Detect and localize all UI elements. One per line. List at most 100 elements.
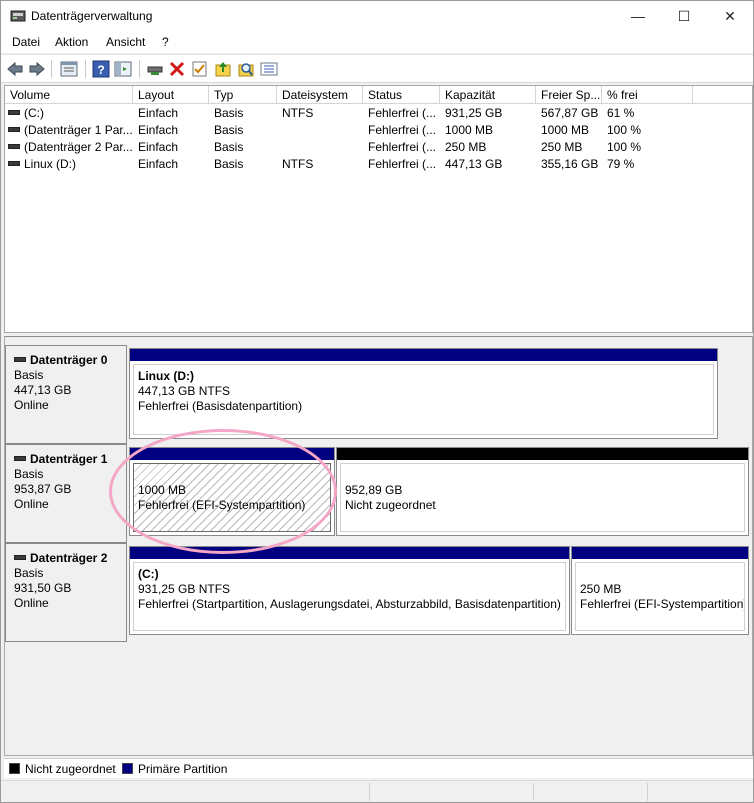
partition-size: 931,25 GB NTFS [138, 582, 231, 596]
column-status[interactable]: Status [363, 86, 440, 104]
menu-help[interactable]: ? [162, 35, 169, 49]
primary-partition-bar [130, 349, 717, 361]
disk-label-2[interactable]: Datenträger 2 Basis 931,50 GB Online [5, 543, 127, 642]
toolbar-separator [85, 60, 86, 78]
table-row[interactable]: (Datenträger 1 Par... Einfach Basis Fehl… [5, 122, 752, 139]
disk-type: Basis [14, 368, 44, 382]
maximize-button[interactable]: ☐ [661, 1, 707, 32]
unallocated-bar [337, 448, 748, 460]
status-segment [369, 783, 370, 801]
layout-cell: Einfach [138, 123, 179, 137]
volume-cell: Linux (D:) [8, 156, 133, 173]
drive-icon [8, 144, 20, 150]
partition-size: 1000 MB [138, 483, 187, 497]
help-icon[interactable]: ? [91, 59, 111, 79]
partition-size: 447,13 GB NTFS [138, 384, 231, 398]
partition-title [580, 567, 744, 582]
delete-icon[interactable] [167, 59, 187, 79]
disk-name: Datenträger 1 [30, 452, 108, 466]
checkmark-icon[interactable] [190, 59, 210, 79]
menu-aktion[interactable]: Aktion [55, 35, 88, 49]
primary-partition-bar [572, 547, 748, 559]
disk-size: 953,87 GB [14, 482, 72, 496]
console-tree-icon[interactable] [113, 59, 133, 79]
import-icon[interactable] [213, 59, 233, 79]
column-typ[interactable]: Typ [209, 86, 277, 104]
table-row[interactable]: Linux (D:) Einfach Basis NTFS Fehlerfrei… [5, 156, 752, 173]
back-icon[interactable] [5, 59, 25, 79]
volume-list[interactable]: Volume Layout Typ Dateisystem Status Kap… [4, 85, 753, 333]
minimize-button[interactable]: — [615, 1, 661, 32]
freier-speicher-cell: 1000 MB [541, 123, 590, 137]
forward-icon[interactable] [27, 59, 47, 79]
close-button[interactable]: ✕ [707, 1, 753, 32]
legend-primary: Primäre Partition [138, 762, 228, 776]
status-cell: Fehlerfrei (... [368, 123, 437, 137]
partition-size: 250 MB [580, 582, 622, 596]
freier-speicher-cell: 355,16 GB [541, 157, 599, 171]
properties-icon[interactable] [59, 59, 79, 79]
legend-swatch-primary [122, 763, 133, 774]
disk-icon [14, 456, 26, 462]
status-segment [647, 783, 648, 801]
kapazitaet-cell: 447,13 GB [445, 157, 503, 171]
partition-unallocated-disk1[interactable]: 952,89 GB Nicht zugeordnet [336, 447, 749, 536]
primary-partition-bar [130, 547, 569, 559]
partition-body: 952,89 GB Nicht zugeordnet [340, 463, 745, 532]
primary-partition-bar [130, 448, 334, 460]
column-kapazitaet[interactable]: Kapazität [440, 86, 536, 104]
column-volume[interactable]: Volume [5, 86, 133, 104]
typ-cell: Basis [214, 140, 244, 154]
disk-status: Online [14, 398, 49, 412]
legend-swatch-unallocated [9, 763, 20, 774]
toolbar: ? [1, 54, 753, 83]
prozent-frei-cell: 100 % [607, 123, 642, 137]
partition-status: Fehlerfrei (EFI-Systempartition) [580, 597, 745, 611]
layout-cell: Einfach [138, 106, 179, 120]
list-icon[interactable] [259, 59, 279, 79]
kapazitaet-cell: 1000 MB [445, 123, 494, 137]
dateisystem-cell: NTFS [282, 157, 314, 171]
partition-title: (C:) [138, 567, 159, 581]
menu-bar: Datei Aktion Ansicht ? [1, 32, 753, 53]
disk-name: Datenträger 2 [30, 551, 108, 565]
partition-efi-disk2[interactable]: 250 MB Fehlerfrei (EFI-Systempartition) [571, 546, 749, 635]
partition-body: Linux (D:) 447,13 GB NTFS Fehlerfrei (Ba… [133, 364, 714, 435]
partition-status: Fehlerfrei (Basisdatenpartition) [138, 399, 303, 413]
partition-title [138, 468, 330, 483]
table-row[interactable]: (Datenträger 2 Par... Einfach Basis Fehl… [5, 139, 752, 156]
menu-datei[interactable]: Datei [12, 35, 40, 49]
prozent-frei-cell: 61 % [607, 106, 635, 120]
title-bar: Datenträgerverwaltung — ☐ ✕ [1, 1, 753, 32]
close-icon: ✕ [724, 8, 736, 24]
volume-name: (Datenträger 2 Par... [24, 140, 133, 154]
search-icon[interactable] [236, 59, 256, 79]
column-layout[interactable]: Layout [133, 86, 209, 104]
freier-speicher-cell: 567,87 GB [541, 106, 599, 120]
partition-c[interactable]: (C:) 931,25 GB NTFS Fehlerfrei (Startpar… [129, 546, 570, 635]
disk-label-0[interactable]: Datenträger 0 Basis 447,13 GB Online [5, 345, 127, 444]
partition-efi-disk1[interactable]: 1000 MB Fehlerfrei (EFI-Systempartition) [129, 447, 335, 536]
column-freier-speicher[interactable]: Freier Sp... [536, 86, 602, 104]
drive-icon [8, 161, 20, 167]
partition-title: Linux (D:) [138, 369, 194, 383]
menu-ansicht[interactable]: Ansicht [106, 35, 145, 49]
typ-cell: Basis [214, 106, 244, 120]
maximize-icon: ☐ [677, 8, 691, 24]
disk-label-1[interactable]: Datenträger 1 Basis 953,87 GB Online [5, 444, 127, 543]
disk-status: Online [14, 596, 49, 610]
typ-cell: Basis [214, 157, 244, 171]
disk-row-0: Datenträger 0 Basis 447,13 GB Online Lin… [5, 345, 752, 444]
disk-icon [14, 357, 26, 363]
legend-unallocated: Nicht zugeordnet [25, 762, 116, 776]
disk-graphical-view: Datenträger 0 Basis 447,13 GB Online Lin… [4, 336, 753, 756]
disk-status: Online [14, 497, 49, 511]
partition-linux-d[interactable]: Linux (D:) 447,13 GB NTFS Fehlerfrei (Ba… [129, 348, 718, 439]
column-dateisystem[interactable]: Dateisystem [277, 86, 363, 104]
column-prozent-frei[interactable]: % frei [602, 86, 693, 104]
table-row[interactable]: (C:) Einfach Basis NTFS Fehlerfrei (... … [5, 105, 752, 122]
volume-name: (Datenträger 1 Par... [24, 123, 133, 137]
connect-icon[interactable] [145, 59, 165, 79]
partition-body: 250 MB Fehlerfrei (EFI-Systempartition) [575, 562, 745, 631]
legend: Nicht zugeordnet Primäre Partition [4, 758, 753, 778]
